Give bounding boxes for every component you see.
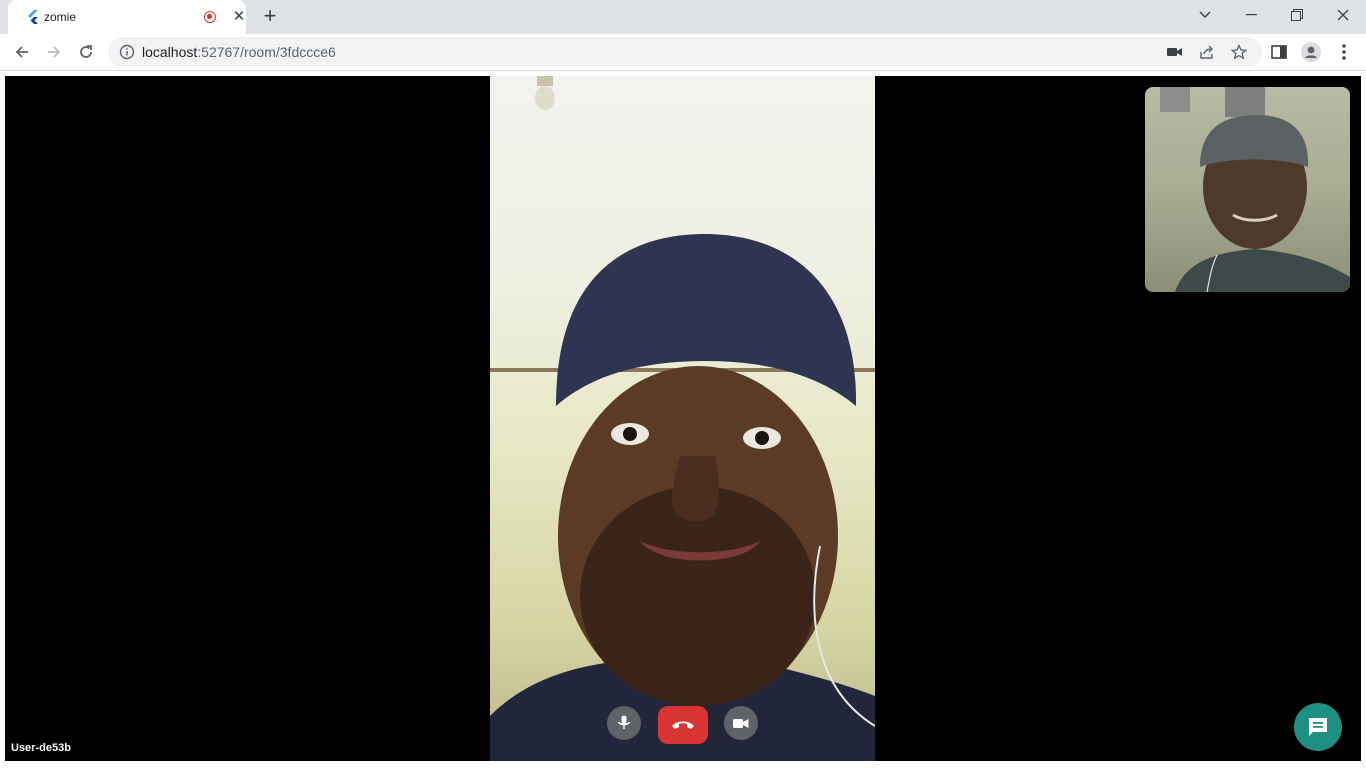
plus-icon[interactable]: +: [259, 5, 281, 28]
tab-title: zomie: [44, 10, 77, 24]
self-view-video[interactable]: [1145, 87, 1350, 292]
camera-toggle-button[interactable]: [724, 706, 758, 740]
chevron-down-icon[interactable]: [1182, 0, 1228, 30]
arrow-left-icon[interactable]: [8, 38, 36, 66]
call-stage: User-de53b: [5, 76, 1361, 761]
chat-button[interactable]: [1294, 703, 1342, 751]
reload-icon[interactable]: [72, 38, 100, 66]
chat-icon: [1309, 718, 1327, 736]
restore-icon[interactable]: [1274, 0, 1320, 30]
participant-name: User-de53b: [11, 742, 71, 754]
end-call-button[interactable]: [658, 706, 708, 744]
side-panel-icon[interactable]: [1269, 42, 1289, 62]
browser-toolbar: localhost:52767/room/3fdccce6: [0, 34, 1366, 71]
kebab-menu-icon[interactable]: [1334, 42, 1354, 62]
close-icon[interactable]: [1320, 0, 1366, 30]
share-icon[interactable]: [1198, 43, 1216, 61]
tab-strip: zomie ✕ +: [0, 0, 1366, 34]
profile-icon[interactable]: [1301, 42, 1321, 62]
address-bar[interactable]: localhost:52767/room/3fdccce6: [108, 37, 1262, 67]
browser-tab[interactable]: zomie ✕: [8, 0, 246, 34]
close-icon[interactable]: ✕: [231, 9, 247, 25]
star-icon[interactable]: [1230, 43, 1248, 61]
arrow-right-icon[interactable]: [40, 38, 68, 66]
minimize-icon[interactable]: [1228, 0, 1274, 30]
page-bottom: [0, 761, 1366, 768]
remote-video-feed: [490, 76, 875, 761]
info-icon[interactable]: [119, 44, 135, 60]
camera-icon[interactable]: [1166, 43, 1184, 61]
mic-toggle-button[interactable]: [607, 706, 641, 740]
remote-video: [490, 76, 875, 761]
url-text: localhost:52767/room/3fdccce6: [142, 44, 336, 60]
record-icon: [204, 11, 216, 23]
self-view-feed: [1160, 87, 1350, 292]
phone-hangup-icon: [672, 721, 694, 729]
flutter-icon: [28, 10, 38, 24]
video-camera-icon: [733, 718, 749, 728]
microphone-icon: [618, 715, 630, 729]
